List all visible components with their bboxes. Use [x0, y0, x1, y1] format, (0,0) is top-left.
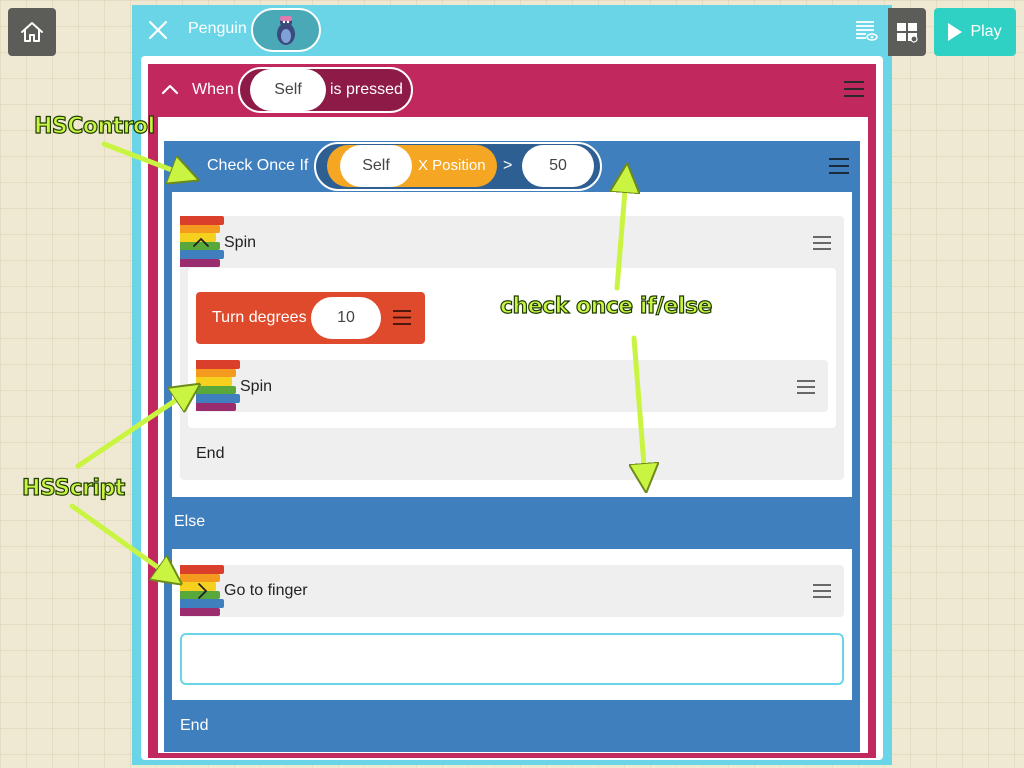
hamburger-icon[interactable] — [828, 157, 850, 175]
chevron-up-icon[interactable] — [161, 82, 179, 96]
chevron-right-icon[interactable] — [196, 582, 208, 600]
ability-block-spin-nested[interactable] — [196, 360, 828, 412]
hamburger-icon[interactable] — [392, 309, 412, 326]
home-button[interactable] — [8, 8, 56, 56]
condition-object-token[interactable]: Self — [340, 145, 412, 187]
penguin-icon — [277, 16, 295, 45]
close-icon[interactable] — [146, 18, 170, 42]
control-label: Check Once If — [207, 157, 309, 174]
play-label: Play — [970, 23, 1002, 40]
grid-view-button[interactable] — [888, 8, 926, 56]
condition-value-input[interactable]: 50 — [522, 145, 594, 187]
play-icon — [948, 23, 963, 41]
nested-ability-name: Spin — [240, 378, 273, 395]
ability-end-label: End — [196, 445, 225, 462]
grid-icon — [897, 23, 918, 43]
condition-operator: > — [503, 157, 513, 174]
annotation-hscontrol: HSControl — [33, 113, 155, 139]
list-eye-icon[interactable] — [854, 18, 878, 42]
else-band — [164, 497, 860, 549]
object-name: Penguin — [188, 20, 247, 37]
home-icon — [21, 22, 43, 42]
condition-property-label: X Position — [418, 157, 486, 174]
hamburger-icon[interactable] — [812, 235, 832, 251]
annotation-check-once: check once if/else — [499, 293, 713, 319]
annotation-hsscript: HSScript — [21, 475, 126, 501]
rule-self-token[interactable]: Self — [250, 69, 326, 111]
hamburger-icon[interactable] — [796, 379, 816, 395]
control-end-label: End — [180, 717, 209, 734]
object-thumbnail[interactable] — [251, 8, 321, 52]
ability-name: Spin — [224, 234, 257, 251]
else-label: Else — [174, 513, 206, 530]
else-ability-name: Go to finger — [224, 582, 308, 599]
rainbow-ability-icon — [196, 360, 240, 412]
turn-degrees-input[interactable]: 10 — [311, 297, 381, 339]
hamburger-icon[interactable] — [812, 583, 832, 599]
rule-event-label: is pressed — [330, 81, 403, 98]
turn-degrees-label: Turn degrees — [212, 309, 307, 326]
hamburger-icon[interactable] — [843, 80, 865, 98]
drop-zone[interactable] — [180, 633, 844, 685]
rule-when-label: When — [192, 81, 234, 98]
chevron-up-icon[interactable] — [192, 236, 210, 248]
play-button[interactable]: Play — [934, 8, 1016, 56]
